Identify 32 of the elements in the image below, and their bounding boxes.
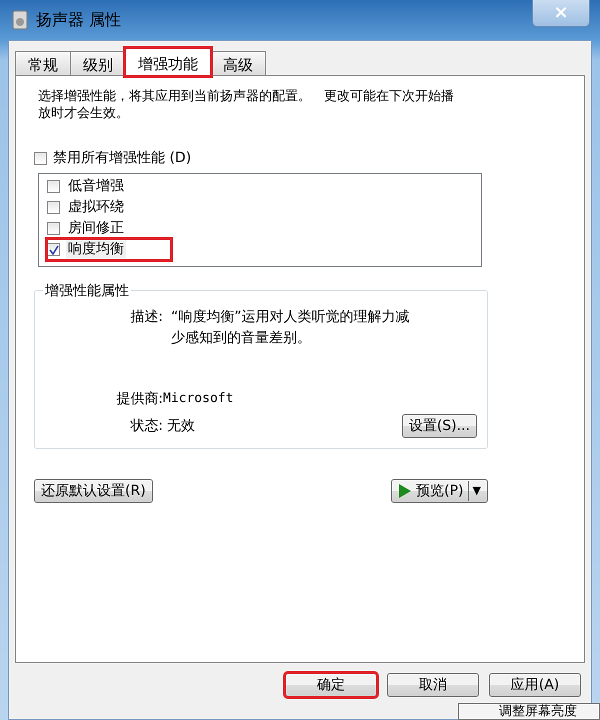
checkbox-label: 禁用所有增强性能 (D) [53, 149, 192, 168]
list-item[interactable]: 房间修正 [66, 218, 126, 239]
check-icon [48, 244, 58, 254]
list-item[interactable]: 虚拟环绕 [66, 197, 126, 218]
field-label: 描述: [129, 308, 163, 327]
settings-button[interactable]: 设置(S)... [402, 414, 477, 438]
list-item[interactable]: 低音增强 [66, 176, 126, 197]
tooltip: 调整屏幕亮度 [458, 703, 600, 720]
preview-button[interactable]: 预览(P) ▼ [391, 479, 488, 503]
play-icon [398, 483, 412, 499]
field-label: 提供商: [115, 390, 163, 409]
window-title: 扬声器 属性 [36, 9, 122, 31]
checkbox[interactable] [34, 152, 47, 165]
dialog-button[interactable]: 取消 [387, 673, 479, 697]
field-label: 状态: [129, 416, 163, 436]
field-value: “响度均衡”运用对人类听觉的理解力减少感知到的音量差别。 [171, 308, 411, 348]
dialog-button[interactable]: 应用(A) [489, 673, 581, 697]
checkbox[interactable] [47, 180, 60, 193]
tab[interactable]: 常规 [15, 51, 71, 75]
checkbox[interactable] [47, 222, 60, 235]
checkbox[interactable] [47, 201, 60, 214]
field-value: 无效 [167, 416, 196, 436]
restore-defaults-button[interactable]: 还原默认设置(R) [34, 479, 153, 503]
tab[interactable]: 级别 [70, 51, 126, 75]
dialog-button[interactable]: 确定 [285, 673, 377, 697]
list-item[interactable]: 响度均衡 [66, 239, 126, 260]
checkbox[interactable] [47, 243, 60, 256]
tab[interactable]: 高级 [210, 51, 266, 75]
tab[interactable]: 增强功能 [125, 48, 211, 76]
speaker-icon [12, 10, 28, 30]
field-value: Microsoft [163, 390, 234, 408]
description-text: 选择增强性能，将其应用到当前扬声器的配置。 更改可能在下次开始播放时才会生效。 [38, 88, 455, 122]
